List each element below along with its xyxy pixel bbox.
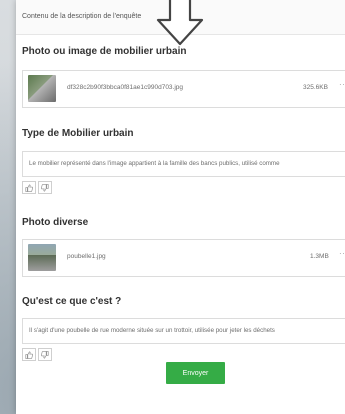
thumbnail-image[interactable] [28, 244, 56, 271]
attachment-row-mobilier[interactable]: df328c2b90f3bbca0f81ae1c990d703.jpg 325.… [22, 70, 345, 108]
answer-quest: Il s'agit d'une poubelle de rue moderne … [22, 318, 345, 344]
file-name[interactable]: poubelle1.jpg [67, 253, 106, 260]
thumbs-down-icon [41, 183, 49, 192]
thumbs-down-icon [41, 350, 49, 359]
section-title-photo-mobilier: Photo ou image de mobilier urbain [22, 46, 187, 57]
thumbs-up-icon [25, 183, 33, 192]
survey-panel: Contenu de la description de l'enquête P… [16, 0, 345, 414]
thumbs-up-button[interactable] [22, 181, 36, 194]
description-label: Contenu de la description de l'enquête [22, 13, 142, 20]
file-size: 325.6KB [303, 84, 328, 91]
arrow-down-icon [156, 0, 204, 46]
attachment-row-poubelle[interactable]: poubelle1.jpg 1.3MB ··· [22, 239, 345, 277]
section-title-photo-diverse: Photo diverse [22, 217, 89, 228]
thumbs-up-icon [25, 350, 33, 359]
more-options-icon[interactable]: ··· [339, 80, 345, 89]
thumbs-up-button[interactable] [22, 348, 36, 361]
file-size: 1.3MB [310, 253, 329, 260]
thumbnail-image[interactable] [28, 75, 56, 102]
answer-type-mobilier: Le mobilier représenté dans l'image appa… [22, 151, 345, 177]
thumbs-down-button[interactable] [38, 181, 52, 194]
submit-button[interactable]: Envoyer [166, 362, 225, 384]
file-name[interactable]: df328c2b90f3bbca0f81ae1c990d703.jpg [67, 84, 183, 91]
section-title-type-mobilier: Type de Mobilier urbain [22, 128, 134, 139]
more-options-icon[interactable]: ··· [339, 249, 345, 258]
section-title-quest: Qu'est ce que c'est ? [22, 296, 122, 307]
thumbs-down-button[interactable] [38, 348, 52, 361]
